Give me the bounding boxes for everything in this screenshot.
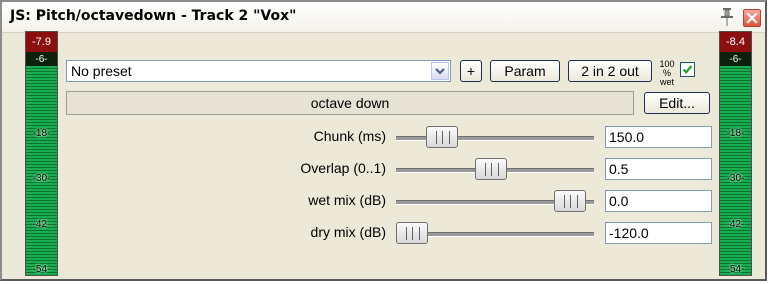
grip-line [411, 227, 413, 240]
output-meter-fill [720, 66, 751, 275]
grip-line [448, 131, 450, 144]
pin-icon[interactable] [718, 7, 736, 27]
meter-tick: -54- [32, 264, 51, 275]
meter-tick: -30- [726, 173, 745, 184]
param-slider[interactable] [396, 158, 594, 180]
checkmark-icon [682, 65, 693, 74]
output-peak-readout[interactable]: -8.4 [720, 32, 751, 52]
param-value-field[interactable]: 0.5 [605, 158, 712, 180]
chevron-down-icon [435, 68, 445, 75]
grip-line [564, 195, 566, 208]
grip-line [441, 131, 443, 144]
title-bar[interactable]: JS: Pitch/octavedown - Track 2 "Vox" [2, 2, 765, 33]
meter-tick: -30- [32, 173, 51, 184]
meter-tick: -18- [32, 128, 51, 139]
preset-dropdown[interactable]: No preset [66, 60, 451, 82]
wet-amount-label: 100 % wet [656, 60, 678, 87]
close-button[interactable] [743, 9, 761, 27]
grip-line [498, 163, 500, 176]
wet-amount-value: 100 % [659, 59, 675, 78]
input-peak-readout[interactable]: -7.9 [26, 32, 57, 52]
param-label: Chunk (ms) [313, 128, 386, 144]
input-meter-fill [26, 66, 57, 275]
grip-line [485, 163, 487, 176]
grip-line [570, 195, 572, 208]
wet-amount-caption: wet [659, 77, 674, 87]
meter-tick: -6- [729, 54, 742, 65]
grip-line [577, 195, 579, 208]
slider-thumb[interactable] [554, 190, 587, 212]
slider-thumb[interactable] [425, 126, 458, 148]
param-slider[interactable] [396, 126, 594, 148]
param-label: wet mix (dB) [308, 192, 386, 208]
input-level-meter: -7.9 -6- -18- -30- -42- -54- [25, 31, 58, 276]
output-level-meter: -8.4 -6- -18- -30- -42- -54- [719, 31, 752, 276]
param-value-field[interactable]: -120.0 [605, 222, 712, 244]
grip-line [491, 163, 493, 176]
add-preset-button[interactable]: + [460, 60, 482, 82]
meter-tick: -18- [726, 128, 745, 139]
grip-line [435, 131, 437, 144]
bypass-checkbox[interactable] [680, 62, 695, 77]
meter-tick: -6- [35, 54, 48, 65]
param-slider[interactable] [396, 190, 594, 212]
param-label: Overlap (0..1) [300, 160, 386, 176]
meter-tick: -54- [726, 264, 745, 275]
slider-thumb[interactable] [395, 222, 428, 244]
param-label: dry mix (dB) [310, 224, 386, 240]
meter-tick: -42- [726, 219, 745, 230]
param-value-field[interactable]: 150.0 [605, 126, 712, 148]
pin-connector-button[interactable]: 2 in 2 out [568, 60, 652, 82]
slider-thumb[interactable] [475, 158, 508, 180]
param-slider[interactable] [395, 222, 594, 244]
preset-value: No preset [71, 63, 132, 79]
close-icon [746, 12, 758, 24]
param-button[interactable]: Param [490, 60, 560, 82]
grip-line [405, 227, 407, 240]
edit-button[interactable]: Edit... [644, 92, 710, 114]
param-value-field[interactable]: 0.0 [605, 190, 712, 212]
effect-name-display: octave down [66, 91, 634, 115]
window-title: JS: Pitch/octavedown - Track 2 "Vox" [10, 8, 297, 24]
meter-tick: -42- [32, 219, 51, 230]
grip-line [418, 227, 420, 240]
dropdown-arrow-button[interactable] [431, 62, 449, 80]
